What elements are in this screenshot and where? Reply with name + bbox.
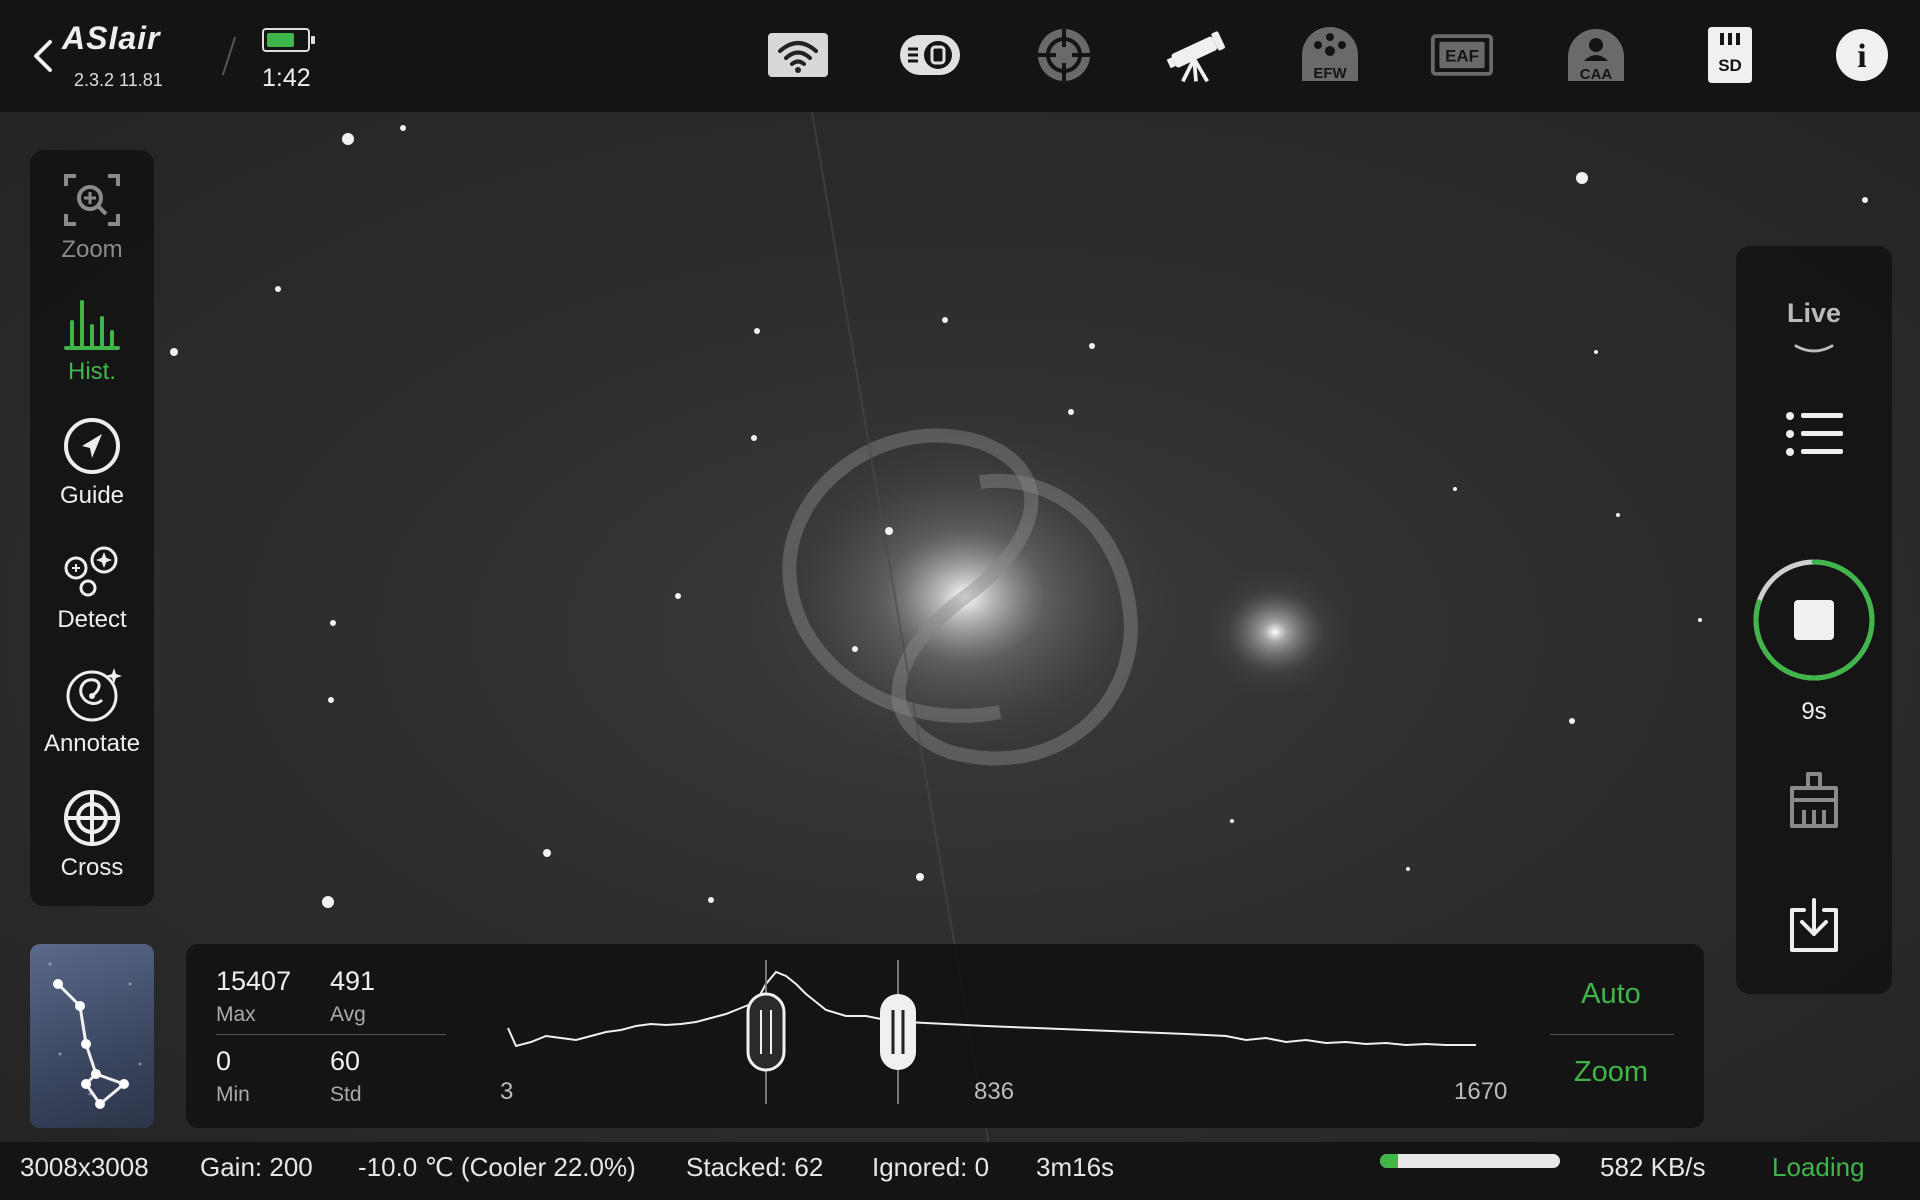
right-panel: Live 9s: [1736, 246, 1892, 994]
download-progress-fill: [1380, 1154, 1398, 1168]
stop-capture-button[interactable]: [1750, 556, 1878, 684]
download-progress-bar: [1380, 1154, 1560, 1168]
black-point-handle[interactable]: [746, 992, 786, 1072]
tool-annotate-label: Annotate: [43, 730, 141, 757]
hist-button-divider: [1550, 1034, 1674, 1035]
tool-zoom[interactable]: Zoom: [30, 150, 154, 263]
status-speed: 582 KB/s: [1600, 1152, 1706, 1182]
tool-cross-label: Cross: [60, 854, 124, 881]
tool-zoom-label: Zoom: [61, 236, 123, 263]
svg-text:CAA: CAA: [1580, 66, 1613, 83]
status-elapsed: 3m16s: [1036, 1152, 1115, 1182]
tool-detect[interactable]: Detect: [30, 520, 154, 633]
app-version: 2.3.2 11.81: [74, 70, 163, 90]
header-divider: [221, 36, 237, 76]
histogram-panel: 15407 Max 491 Avg 0 Min 60 Std 3 836 167…: [186, 944, 1704, 1128]
status-bar: 3008x3008 Gain: 200 -10.0 ℃ (Cooler 22.0…: [0, 1142, 1920, 1200]
tool-cross[interactable]: Cross: [30, 768, 154, 881]
caa-button[interactable]: CAA: [1564, 24, 1628, 86]
wifi-icon: [768, 33, 828, 77]
guide-icon: [64, 418, 120, 474]
svg-text:i: i: [1857, 38, 1866, 75]
histogram-icon: [64, 300, 120, 350]
sd-card-icon: SD: [1708, 27, 1752, 83]
app-logo: ASIair: [62, 20, 161, 56]
power-button[interactable]: [898, 24, 962, 86]
svg-text:EFW: EFW: [1313, 65, 1347, 82]
top-bar: ASIair 2.3.2 11.81 1:42 EFW EAF CAA SD i: [0, 0, 1920, 112]
telescope-button[interactable]: [1164, 24, 1228, 86]
status-resolution: 3008x3008: [20, 1152, 149, 1182]
caa-icon: CAA: [1568, 29, 1624, 83]
annotate-icon: [66, 668, 122, 722]
tool-guide[interactable]: Guide: [30, 396, 154, 509]
download-icon: [1790, 898, 1838, 952]
status-temperature: -10.0 ℃ (Cooler 22.0%): [358, 1152, 636, 1182]
mode-selector[interactable]: Live: [1736, 298, 1892, 329]
save-button[interactable]: [1774, 886, 1854, 966]
tool-annotate[interactable]: Annotate: [30, 644, 154, 757]
power-icon: [900, 35, 960, 75]
status-gain: Gain: 200: [200, 1152, 313, 1182]
telescope-icon: [1166, 31, 1225, 83]
efw-button[interactable]: EFW: [1298, 24, 1362, 86]
exposure-timer: 9s: [1801, 698, 1827, 725]
efw-icon: EFW: [1302, 27, 1358, 82]
guide-scope-icon: [1038, 29, 1090, 81]
detect-icon: [64, 546, 118, 597]
eaf-icon: EAF: [1430, 34, 1494, 76]
status-stacked: Stacked: 62: [686, 1152, 824, 1182]
back-chevron-icon[interactable]: [30, 38, 56, 74]
tool-histogram[interactable]: Hist.: [30, 272, 154, 385]
crosshair-icon: [64, 790, 120, 846]
hist-zoom-button[interactable]: Zoom: [1546, 1056, 1676, 1089]
constellation-minimap[interactable]: [30, 944, 154, 1128]
histogram-curve: [507, 970, 1476, 1048]
clock: 1:42: [262, 64, 311, 92]
tool-detect-label: Detect: [57, 606, 127, 633]
stop-icon: [1794, 600, 1834, 640]
svg-text:EAF: EAF: [1445, 47, 1479, 66]
hist-tick-mid: 836: [974, 1078, 1015, 1105]
clear-button[interactable]: [1774, 760, 1854, 840]
list-button[interactable]: [1774, 394, 1854, 474]
tool-histogram-label: Hist.: [68, 358, 116, 385]
wifi-button[interactable]: [766, 24, 830, 86]
svg-text:SD: SD: [1718, 56, 1742, 75]
info-button[interactable]: i: [1830, 24, 1894, 86]
tool-guide-label: Guide: [59, 482, 125, 509]
eaf-button[interactable]: EAF: [1430, 24, 1494, 86]
status-state: Loading: [1772, 1152, 1865, 1182]
status-ignored: Ignored: 0: [872, 1152, 990, 1182]
midtone-handle[interactable]: [880, 994, 916, 1070]
zoom-icon: [64, 174, 120, 226]
hist-tick-end: 1670: [1454, 1078, 1508, 1105]
hist-tick-start: 3: [500, 1078, 514, 1105]
info-icon: i: [1836, 29, 1888, 81]
big-dipper-icon: [48, 962, 142, 1109]
brush-icon: [1790, 772, 1838, 828]
battery-icon: [262, 28, 315, 52]
chevron-down-icon[interactable]: [1792, 342, 1836, 356]
sd-card-button[interactable]: SD: [1698, 24, 1762, 86]
auto-stretch-button[interactable]: Auto: [1546, 978, 1676, 1011]
guide-scope-button[interactable]: [1032, 24, 1096, 86]
left-toolbar: Zoom Hist. Guide Detect Annotate Cross: [30, 150, 154, 906]
list-icon: [1786, 412, 1843, 456]
